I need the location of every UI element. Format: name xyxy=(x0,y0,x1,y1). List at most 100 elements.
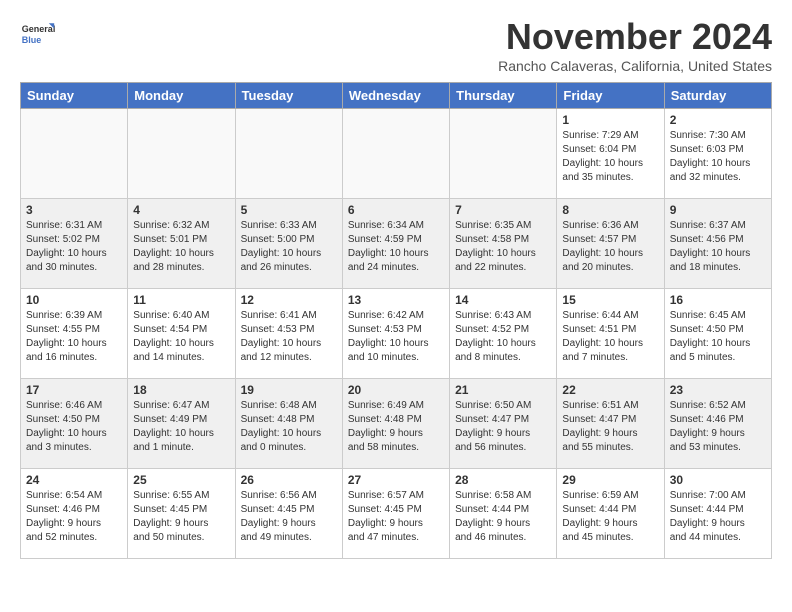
day-info-line: Sunset: 4:44 PM xyxy=(455,503,551,517)
day-number: 15 xyxy=(562,293,658,307)
page-header: General Blue November 2024 Rancho Calave… xyxy=(20,16,772,74)
calendar-week-row: 17Sunrise: 6:46 AMSunset: 4:50 PMDayligh… xyxy=(21,379,772,469)
day-info-line: Sunrise: 6:41 AM xyxy=(241,309,337,323)
day-info-line: Daylight: 10 hours xyxy=(133,337,229,351)
day-info-line: and 26 minutes. xyxy=(241,261,337,275)
day-info-line: Daylight: 10 hours xyxy=(670,337,766,351)
day-info-line: Sunrise: 6:40 AM xyxy=(133,309,229,323)
day-info-line: and 20 minutes. xyxy=(562,261,658,275)
day-number: 13 xyxy=(348,293,444,307)
weekday-header: Sunday xyxy=(21,83,128,109)
calendar-day-cell xyxy=(450,109,557,199)
day-info-line: Sunset: 5:02 PM xyxy=(26,233,122,247)
calendar-day-cell: 21Sunrise: 6:50 AMSunset: 4:47 PMDayligh… xyxy=(450,379,557,469)
weekday-header: Tuesday xyxy=(235,83,342,109)
day-info-line: Sunset: 4:58 PM xyxy=(455,233,551,247)
day-info-line: Daylight: 10 hours xyxy=(562,247,658,261)
day-info-line: Sunrise: 6:56 AM xyxy=(241,489,337,503)
day-info-line: and 45 minutes. xyxy=(562,531,658,545)
calendar-header-row: SundayMondayTuesdayWednesdayThursdayFrid… xyxy=(21,83,772,109)
day-info-line: Sunset: 6:03 PM xyxy=(670,143,766,157)
day-info-line: and 58 minutes. xyxy=(348,441,444,455)
calendar-week-row: 24Sunrise: 6:54 AMSunset: 4:46 PMDayligh… xyxy=(21,469,772,559)
calendar-day-cell: 29 Sunrise: 6:59 AMSunset: 4:44 PMDayligh… xyxy=(557,469,664,559)
day-number: 4 xyxy=(133,203,229,217)
day-info-line: and 18 minutes. xyxy=(670,261,766,275)
day-info-line: and 28 minutes. xyxy=(133,261,229,275)
day-number: 12 xyxy=(241,293,337,307)
day-info-line: Sunset: 4:51 PM xyxy=(562,323,658,337)
day-info-line: Sunset: 4:46 PM xyxy=(670,413,766,427)
day-info-line: Sunrise: 6:51 AM xyxy=(562,399,658,413)
day-info-line: Daylight: 9 hours xyxy=(562,517,658,531)
day-number: 24 xyxy=(26,473,122,487)
calendar-day-cell: 7Sunrise: 6:35 AMSunset: 4:58 PMDaylight… xyxy=(450,199,557,289)
calendar-day-cell: 8Sunrise: 6:36 AMSunset: 4:57 PMDaylight… xyxy=(557,199,664,289)
day-info-line: Daylight: 10 hours xyxy=(455,247,551,261)
calendar-day-cell xyxy=(128,109,235,199)
day-info-line: and 50 minutes. xyxy=(133,531,229,545)
day-info-line: Sunset: 4:48 PM xyxy=(348,413,444,427)
day-info-line: Sunrise: 6:43 AM xyxy=(455,309,551,323)
month-title: November 2024 xyxy=(498,16,772,58)
day-info-line: Sunset: 4:52 PM xyxy=(455,323,551,337)
calendar-day-cell: 30Sunrise: 7:00 AMSunset: 4:44 PMDayligh… xyxy=(664,469,771,559)
day-info-line: Daylight: 9 hours xyxy=(455,517,551,531)
day-info-line: Daylight: 9 hours xyxy=(133,517,229,531)
day-info-line: Sunset: 4:49 PM xyxy=(133,413,229,427)
day-info-line: Daylight: 10 hours xyxy=(670,247,766,261)
day-info-line: and 0 minutes. xyxy=(241,441,337,455)
calendar-day-cell: 16Sunrise: 6:45 AMSunset: 4:50 PMDayligh… xyxy=(664,289,771,379)
day-info-line: Sunset: 4:48 PM xyxy=(241,413,337,427)
day-info-line: Sunset: 4:44 PM xyxy=(670,503,766,517)
logo-icon: General Blue xyxy=(20,16,56,52)
day-number: 18 xyxy=(133,383,229,397)
day-info-line: Daylight: 10 hours xyxy=(348,247,444,261)
day-number: 29 xyxy=(562,473,658,487)
day-info-line: Daylight: 9 hours xyxy=(26,517,122,531)
calendar-day-cell: 1Sunrise: 7:29 AMSunset: 6:04 PMDaylight… xyxy=(557,109,664,199)
day-info-line: Sunrise: 6:32 AM xyxy=(133,219,229,233)
calendar-day-cell: 12 Sunrise: 6:41 AMSunset: 4:53 PMDayligh… xyxy=(235,289,342,379)
calendar-day-cell: 15Sunrise: 6:44 AMSunset: 4:51 PMDayligh… xyxy=(557,289,664,379)
day-info-line: and 3 minutes. xyxy=(26,441,122,455)
calendar-day-cell: 27Sunrise: 6:57 AMSunset: 4:45 PMDayligh… xyxy=(342,469,449,559)
calendar-day-cell xyxy=(21,109,128,199)
day-info-line: Sunrise: 6:36 AM xyxy=(562,219,658,233)
calendar-day-cell: 23Sunrise: 6:52 AMSunset: 4:46 PMDayligh… xyxy=(664,379,771,469)
weekday-header: Saturday xyxy=(664,83,771,109)
day-info-line: Sunrise: 6:50 AM xyxy=(455,399,551,413)
day-info-line: Daylight: 9 hours xyxy=(670,427,766,441)
day-info-line: Sunset: 4:57 PM xyxy=(562,233,658,247)
day-info-line: Daylight: 9 hours xyxy=(455,427,551,441)
day-info-line: Daylight: 10 hours xyxy=(670,157,766,171)
day-info-line: Daylight: 10 hours xyxy=(348,337,444,351)
day-info-line: Sunrise: 6:59 AM xyxy=(562,489,658,503)
day-info-line: Daylight: 10 hours xyxy=(26,337,122,351)
day-info-line: Sunset: 4:56 PM xyxy=(670,233,766,247)
day-info-line: and 22 minutes. xyxy=(455,261,551,275)
day-info-line: Sunrise: 6:58 AM xyxy=(455,489,551,503)
day-info-line: Sunrise: 6:54 AM xyxy=(26,489,122,503)
calendar-day-cell: 24 Sunrise: 6:54 AMSunset: 4:46 PMDayligh… xyxy=(21,469,128,559)
weekday-header: Monday xyxy=(128,83,235,109)
day-info-line: and 56 minutes. xyxy=(455,441,551,455)
day-info-line: Sunset: 5:01 PM xyxy=(133,233,229,247)
day-info-line: Sunrise: 6:44 AM xyxy=(562,309,658,323)
day-number: 23 xyxy=(670,383,766,397)
svg-text:Blue: Blue xyxy=(22,35,42,45)
day-number: 7 xyxy=(455,203,551,217)
day-info-line: and 12 minutes. xyxy=(241,351,337,365)
day-info-line: Sunset: 4:46 PM xyxy=(26,503,122,517)
calendar-day-cell: 28Sunrise: 6:58 AMSunset: 4:44 PMDayligh… xyxy=(450,469,557,559)
calendar-week-row: 1Sunrise: 7:29 AMSunset: 6:04 PMDaylight… xyxy=(21,109,772,199)
calendar-day-cell: 22Sunrise: 6:51 AMSunset: 4:47 PMDayligh… xyxy=(557,379,664,469)
day-info-line: Sunset: 4:44 PM xyxy=(562,503,658,517)
day-info-line: Sunrise: 6:42 AM xyxy=(348,309,444,323)
day-info-line: Sunset: 4:53 PM xyxy=(241,323,337,337)
day-info-line: Daylight: 10 hours xyxy=(241,337,337,351)
svg-text:General: General xyxy=(22,24,56,34)
day-info-line: Daylight: 10 hours xyxy=(562,157,658,171)
calendar-day-cell: 9Sunrise: 6:37 AMSunset: 4:56 PMDaylight… xyxy=(664,199,771,289)
calendar-day-cell xyxy=(235,109,342,199)
